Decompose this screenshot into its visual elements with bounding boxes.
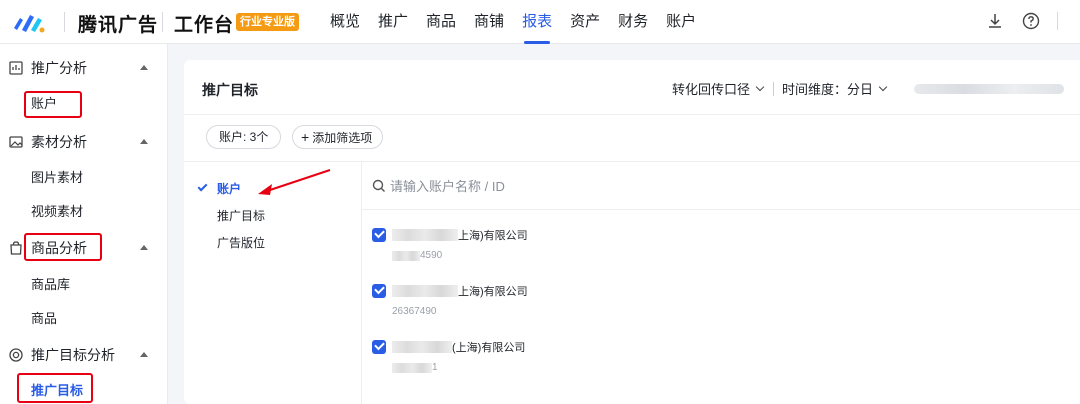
sidebar-item-product-library[interactable]: 商品库 bbox=[31, 270, 70, 300]
nav-overview[interactable]: 概览 bbox=[330, 0, 360, 44]
account-option[interactable]: 上海)有限公司 26367490 bbox=[372, 284, 772, 334]
search-icon bbox=[372, 179, 385, 192]
nav-reports[interactable]: 报表 bbox=[522, 0, 552, 44]
chevron-down-icon[interactable] bbox=[878, 82, 888, 92]
redacted-text bbox=[392, 229, 458, 241]
redacted-date-range[interactable] bbox=[914, 83, 1065, 94]
account-checkbox[interactable] bbox=[372, 228, 386, 242]
annotation-arrow-icon bbox=[258, 169, 331, 195]
collapse-caret-icon[interactable] bbox=[140, 65, 148, 70]
dimension-promotion-target[interactable]: 推广目标 bbox=[217, 207, 265, 224]
brand-divider bbox=[64, 12, 65, 32]
collapse-caret-icon[interactable] bbox=[140, 139, 148, 144]
sidebar-group-label: 素材分析 bbox=[31, 134, 87, 150]
collapse-caret-icon[interactable] bbox=[140, 352, 148, 357]
collapse-caret-icon[interactable] bbox=[140, 245, 148, 250]
sidebar-group-target-analysis[interactable]: 推广目标分析 bbox=[0, 338, 168, 372]
account-option[interactable]: (上海)有限公司 1 bbox=[372, 340, 772, 390]
report-card: 推广目标 转化回传口径 时间维度：分日 账户: 3个 + 添加筛选项 账户 推广目… bbox=[184, 60, 1080, 404]
product-divider bbox=[162, 12, 163, 32]
redacted-text bbox=[392, 362, 432, 373]
sidebar-group-label: 推广目标分析 bbox=[31, 347, 115, 363]
account-id: 4590 bbox=[392, 250, 442, 261]
sidebar-item-video-material[interactable]: 视频素材 bbox=[31, 197, 83, 227]
account-search-input[interactable] bbox=[390, 176, 790, 196]
add-filter-label: 添加筛选项 bbox=[312, 131, 373, 145]
product-name: 工作台 bbox=[174, 15, 235, 36]
add-filter-button[interactable]: + 添加筛选项 bbox=[292, 125, 384, 149]
sidebar-group-material-analysis[interactable]: 素材分析 bbox=[0, 125, 168, 159]
account-name: 上海)有限公司 bbox=[392, 283, 528, 299]
account-checkbox[interactable] bbox=[372, 284, 386, 298]
account-filter-chip[interactable]: 账户: 3个 bbox=[206, 125, 282, 149]
highlight-box-promotion-target bbox=[17, 373, 93, 403]
nav-products[interactable]: 商品 bbox=[426, 0, 456, 44]
check-icon bbox=[197, 181, 208, 192]
highlight-box-product-analysis bbox=[24, 233, 102, 261]
sidebar: 推广分析 账户 素材分析 图片素材 视频素材 商品分析 商品库 商品 推广目标分… bbox=[0, 44, 168, 404]
redacted-text bbox=[392, 285, 458, 297]
account-id: 26367490 bbox=[392, 306, 437, 317]
plus-icon: + bbox=[301, 129, 310, 145]
account-name: 上海)有限公司 bbox=[392, 227, 528, 243]
redacted-text bbox=[392, 341, 452, 353]
target-icon bbox=[9, 348, 23, 362]
top-actions bbox=[969, 11, 1058, 31]
download-icon[interactable] bbox=[985, 11, 1005, 31]
tencent-ads-logo[interactable] bbox=[12, 10, 46, 34]
edition-badge: 行业专业版 bbox=[236, 13, 299, 31]
image-icon bbox=[9, 136, 23, 148]
nav-assets[interactable]: 资产 bbox=[570, 0, 600, 44]
top-bar: 腾讯广告 工作台 行业专业版 概览 推广 商品 商铺 报表 资产 财务 账户 bbox=[0, 0, 1080, 44]
nav-shops[interactable]: 商铺 bbox=[474, 0, 504, 44]
help-icon[interactable] bbox=[1021, 11, 1041, 31]
sidebar-group-label: 推广分析 bbox=[31, 60, 87, 76]
account-search bbox=[362, 162, 1080, 210]
conversion-dropdown[interactable]: 转化回传口径 bbox=[672, 79, 750, 98]
account-option[interactable]: 上海)有限公司 4590 bbox=[372, 228, 772, 278]
top-actions-divider bbox=[1057, 12, 1058, 30]
dimension-account[interactable]: 账户 bbox=[197, 180, 242, 197]
account-id: 1 bbox=[392, 362, 438, 373]
nav-account[interactable]: 账户 bbox=[666, 0, 696, 44]
page-title: 推广目标 bbox=[202, 82, 258, 98]
sidebar-item-product[interactable]: 商品 bbox=[31, 304, 57, 334]
sidebar-item-image-material[interactable]: 图片素材 bbox=[31, 163, 83, 193]
report-options: 转化回传口径 时间维度：分日 bbox=[672, 79, 1065, 98]
options-divider bbox=[773, 81, 775, 96]
bag-icon bbox=[10, 241, 22, 255]
main-nav: 概览 推广 商品 商铺 报表 资产 财务 账户 bbox=[330, 0, 714, 44]
highlight-box-account bbox=[24, 91, 82, 118]
account-checkbox[interactable] bbox=[372, 340, 386, 354]
chevron-down-icon[interactable] bbox=[755, 82, 765, 92]
dimension-ad-placement[interactable]: 广告版位 bbox=[217, 234, 265, 251]
nav-promotion[interactable]: 推广 bbox=[378, 0, 408, 44]
nav-finance[interactable]: 财务 bbox=[618, 0, 648, 44]
dimension-label: 账户 bbox=[217, 182, 242, 196]
brand-name: 腾讯广告 bbox=[78, 15, 159, 36]
header-divider bbox=[184, 114, 1080, 115]
account-name: (上海)有限公司 bbox=[392, 339, 525, 355]
report-icon bbox=[9, 61, 23, 75]
redacted-text bbox=[392, 250, 420, 261]
time-dimension-dropdown[interactable]: 时间维度：分日 bbox=[782, 79, 873, 98]
sidebar-group-promotion-analysis[interactable]: 推广分析 bbox=[0, 51, 168, 85]
